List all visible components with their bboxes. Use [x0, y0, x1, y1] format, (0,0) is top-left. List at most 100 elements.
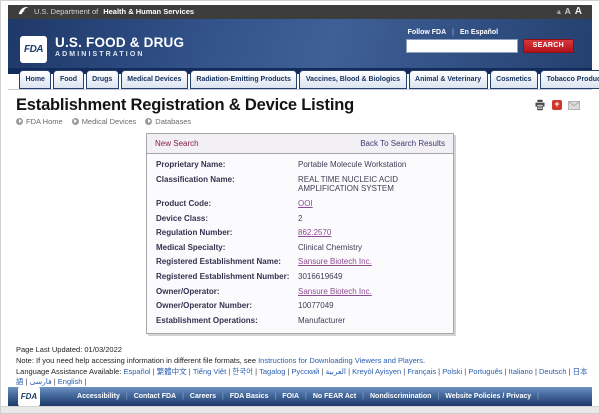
- breadcrumb-link[interactable]: Medical Devices: [82, 117, 137, 126]
- hhs-department-link[interactable]: U.S. Department of Health & Human Servic…: [18, 5, 194, 18]
- nav-tab[interactable]: Home: [19, 70, 51, 89]
- row-label: Proprietary Name:: [156, 160, 298, 170]
- row-value: Portable Molecule Workstation: [298, 160, 444, 170]
- page-action-icons: +: [534, 99, 580, 111]
- nav-tab[interactable]: Medical Devices: [121, 70, 188, 89]
- row-label: Registered Establishment Name:: [156, 257, 298, 267]
- row-label: Regulation Number:: [156, 228, 298, 238]
- language-link[interactable]: English: [58, 377, 87, 386]
- language-link[interactable]: Português: [468, 367, 508, 376]
- language-link[interactable]: Русский: [292, 367, 326, 376]
- row-value: REAL TIME NUCLEIC ACID AMPLIFICATION SYS…: [298, 175, 444, 194]
- language-link[interactable]: Italiano: [509, 367, 539, 376]
- footer-fda-logo[interactable]: FDA: [18, 387, 40, 406]
- page-title: Establishment Registration & Device List…: [16, 96, 354, 115]
- nav-tab[interactable]: Radiation-Emitting Products: [190, 70, 298, 89]
- font-size-button[interactable]: A: [575, 6, 582, 17]
- header-search-input[interactable]: [406, 39, 518, 53]
- viewers-players-link[interactable]: Instructions for Downloading Viewers and…: [258, 356, 423, 365]
- breadcrumb-item: Medical Devices: [72, 117, 137, 126]
- org-title-block: U.S. FOOD & DRUG ADMINISTRATION: [55, 35, 184, 58]
- search-button[interactable]: SEARCH: [523, 39, 574, 53]
- fda-header: FDA U.S. FOOD & DRUG ADMINISTRATION Foll…: [8, 19, 592, 68]
- font-size-button[interactable]: a: [557, 9, 561, 16]
- table-row: Establishment Operations: Manufacturer: [147, 313, 453, 328]
- footer-link[interactable]: Contact FDA: [134, 393, 190, 400]
- language-link[interactable]: Deutsch: [539, 367, 573, 376]
- nav-tab[interactable]: Vaccines, Blood & Biologics: [299, 70, 406, 89]
- language-link[interactable]: Español: [123, 367, 156, 376]
- hhs-dept-name: Health & Human Services: [103, 7, 194, 16]
- row-value: 10077049: [298, 301, 444, 311]
- breadcrumb-link[interactable]: FDA Home: [26, 117, 63, 126]
- nav-tab[interactable]: Drugs: [86, 70, 119, 89]
- footer-link[interactable]: FOIA: [282, 393, 313, 400]
- page-footnotes: Page Last Updated: 01/03/2022 Note: If y…: [16, 345, 584, 388]
- nav-tab[interactable]: Animal & Veterinary: [409, 70, 488, 89]
- hhs-dept-prefix: U.S. Department of: [34, 7, 98, 16]
- language-link[interactable]: العربية: [326, 367, 353, 376]
- row-label: Owner/Operator Number:: [156, 301, 298, 311]
- row-value[interactable]: Sansure Biotech Inc.: [298, 257, 444, 267]
- row-value[interactable]: Sansure Biotech Inc.: [298, 287, 444, 297]
- footer-links: Accessibility Contact FDA Careers FDA Ba…: [40, 393, 582, 400]
- back-to-search-results-link[interactable]: Back To Search Results: [360, 139, 445, 148]
- nav-tab[interactable]: Cosmetics: [490, 70, 538, 89]
- footer-link[interactable]: Website Policies / Privacy: [445, 393, 545, 400]
- row-value[interactable]: 862.2570: [298, 228, 444, 238]
- en-espanol-link[interactable]: En Español: [460, 29, 498, 36]
- breadcrumb-bullet-icon: [72, 118, 79, 125]
- panel-header: New Search Back To Search Results: [147, 134, 453, 154]
- file-format-note: Note: If you need help accessing informa…: [16, 356, 584, 366]
- language-link[interactable]: Kreyòl Ayisyen: [352, 367, 407, 376]
- row-label: Owner/Operator:: [156, 287, 298, 297]
- row-value: Clinical Chemistry: [298, 243, 444, 253]
- language-link[interactable]: Tagalog: [259, 367, 291, 376]
- table-row: Registered Establishment Name: Sansure B…: [147, 255, 453, 270]
- breadcrumb-item: Databases: [145, 117, 191, 126]
- nav-tab[interactable]: Tobacco Products: [540, 70, 600, 89]
- language-link[interactable]: فارسی: [30, 377, 58, 386]
- language-label: Language Assistance Available:: [16, 367, 123, 376]
- fda-logo[interactable]: FDA: [20, 36, 47, 63]
- email-icon[interactable]: [568, 99, 580, 111]
- hhs-eagle-icon: [18, 5, 29, 18]
- language-assistance: Language Assistance Available: Español繁體…: [16, 367, 591, 387]
- breadcrumb: FDA Home Medical Devices Databases: [16, 117, 584, 126]
- language-link[interactable]: 繁體中文: [157, 367, 193, 376]
- footer-fda-logo-text: FDA: [21, 392, 37, 401]
- row-value[interactable]: OOI: [298, 199, 444, 209]
- footer-link[interactable]: No FEAR Act: [313, 393, 370, 400]
- header-search-area: Follow FDA | En Español SEARCH: [406, 29, 574, 53]
- share-icon[interactable]: +: [551, 99, 563, 111]
- device-detail-panel: New Search Back To Search Results Propri…: [146, 133, 454, 334]
- bottom-strip: [1, 406, 599, 413]
- breadcrumb-link[interactable]: Databases: [155, 117, 191, 126]
- hhs-top-bar: U.S. Department of Health & Human Servic…: [8, 5, 592, 19]
- org-name-line1: U.S. FOOD & DRUG: [55, 35, 184, 50]
- table-row: Owner/Operator Number: 10077049: [147, 299, 453, 314]
- fda-page: U.S. Department of Health & Human Servic…: [0, 0, 600, 414]
- language-link[interactable]: Français: [407, 367, 442, 376]
- print-icon[interactable]: [534, 99, 546, 111]
- footer-link[interactable]: Nondiscrimination: [370, 393, 445, 400]
- table-row: Product Code: OOI: [147, 197, 453, 212]
- language-link[interactable]: 한국어: [232, 367, 259, 376]
- breadcrumb-bullet-icon: [16, 118, 23, 125]
- new-search-link[interactable]: New Search: [155, 139, 199, 148]
- main-nav-tabs: Home Food Drugs Medical Devices Radiatio…: [8, 68, 592, 90]
- fda-logo-text: FDA: [24, 44, 43, 55]
- table-row: Classification Name: REAL TIME NUCLEIC A…: [147, 172, 453, 196]
- text-size-controls: a A A: [557, 6, 582, 17]
- footer-link[interactable]: Accessibility: [77, 393, 134, 400]
- language-link[interactable]: Tiếng Việt: [193, 367, 232, 376]
- header-link-divider: |: [452, 29, 454, 36]
- nav-tab[interactable]: Food: [53, 70, 83, 89]
- language-link[interactable]: Polski: [442, 367, 468, 376]
- follow-fda-link[interactable]: Follow FDA: [408, 29, 447, 36]
- footer-link[interactable]: FDA Basics: [230, 393, 282, 400]
- row-value: Manufacturer: [298, 316, 444, 326]
- device-detail-table: Proprietary Name: Portable Molecule Work…: [147, 154, 453, 333]
- font-size-button[interactable]: A: [565, 6, 571, 16]
- footer-link[interactable]: Careers: [190, 393, 230, 400]
